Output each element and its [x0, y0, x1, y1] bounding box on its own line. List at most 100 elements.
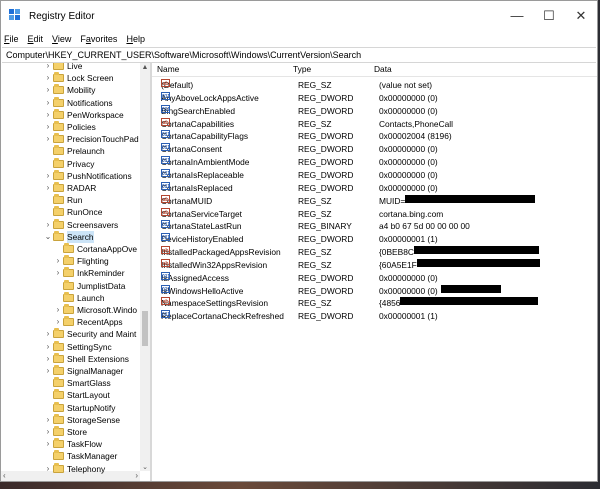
menu-view[interactable]: View [52, 34, 71, 44]
tree-item[interactable]: › Shell Extensions [43, 352, 129, 365]
menu-edit[interactable]: Edit [28, 34, 44, 44]
tree-item[interactable]: › Notifications [43, 96, 113, 109]
tree-item[interactable]: › SignalManager [43, 365, 123, 377]
value-row[interactable]: 011 ReplaceCortanaCheckRefreshed REG_DWORD… [152, 310, 597, 323]
chevron-right-icon[interactable]: › [43, 84, 53, 96]
tree-item[interactable]: › PenWorkspace [43, 108, 124, 121]
chevron-right-icon[interactable]: › [43, 72, 53, 84]
maximize-button[interactable]: ☐ [533, 1, 565, 31]
column-header-name[interactable]: Name [157, 63, 179, 76]
tree-item[interactable]: › Microsoft.Windo [53, 304, 137, 316]
close-button[interactable]: ✕ [565, 1, 597, 31]
chevron-right-icon[interactable]: › [53, 316, 63, 328]
value-row[interactable]: ab CortanaServiceTarget REG_SZ cortana.bing… [152, 207, 597, 221]
chevron-down-icon[interactable]: ⌄ [43, 231, 53, 243]
tree-item[interactable]: StartupNotify [43, 401, 115, 414]
value-row[interactable]: ab InstalledWin32AppsRevision REG_SZ {60A5E… [152, 258, 597, 272]
chevron-right-icon[interactable]: › [53, 304, 63, 316]
tree-item[interactable]: › Store [43, 426, 87, 438]
chevron-right-icon[interactable]: › [43, 438, 53, 450]
scroll-thumb[interactable] [142, 311, 148, 346]
value-row[interactable]: ab CortanaCapabilities REG_SZ Contacts,Phon… [152, 117, 597, 131]
tree-item[interactable]: › Live [43, 63, 82, 72]
tree-item[interactable]: › Security and Maint [43, 328, 136, 340]
tree-item[interactable]: › RADAR [43, 182, 96, 194]
column-header-data[interactable]: Data [374, 63, 392, 76]
value-data-cell: {0BEB8C [379, 246, 539, 259]
chevron-right-icon[interactable]: › [43, 182, 53, 194]
tree-item[interactable]: Launch [53, 291, 104, 304]
tree-item[interactable]: › Screensavers [43, 218, 118, 231]
tree-item[interactable]: › PushNotifications [43, 169, 132, 182]
menu-file[interactable]: File [4, 34, 19, 44]
chevron-right-icon[interactable]: › [43, 170, 53, 182]
minimize-button[interactable]: — [501, 1, 533, 31]
value-row[interactable]: 011 CortanaStateLastRun REG_BINARY a4 b0 67… [152, 220, 597, 233]
tree-item[interactable]: Privacy [43, 157, 94, 170]
tree-item[interactable]: › TaskFlow [43, 438, 102, 450]
value-row[interactable]: 011 IsAssignedAccess REG_DWORD 0x00000000 (… [152, 271, 597, 285]
address-bar[interactable]: Computer\HKEY_CURRENT_USER\Software\Micr… [2, 47, 596, 63]
chevron-right-icon[interactable]: › [43, 341, 53, 353]
scroll-down-icon[interactable]: ⌄ [140, 463, 150, 471]
scroll-right-icon[interactable]: › [135, 471, 138, 481]
value-row[interactable]: 011 IsWindowsHelloActive REG_DWORD 0x000000… [152, 284, 597, 298]
value-row[interactable]: 011 AnyAboveLockAppsActive REG_DWORD 0x0000… [152, 91, 597, 105]
tree-item[interactable]: › Policies [43, 121, 96, 133]
tree-item[interactable]: CortanaAppOve [53, 243, 137, 255]
tree-item[interactable]: TaskManager [43, 450, 117, 462]
menu-help[interactable]: Help [126, 34, 145, 44]
chevron-right-icon[interactable]: › [43, 463, 53, 475]
value-row[interactable]: 011 CortanaIsReplaceable REG_DWORD 0x000000… [152, 168, 597, 182]
tree-item-label: StartLayout [67, 390, 110, 401]
column-header-type[interactable]: Type [293, 63, 311, 76]
tree-item-label: Lock Screen [67, 73, 114, 84]
chevron-right-icon[interactable]: › [43, 219, 53, 231]
chevron-right-icon[interactable]: › [53, 267, 63, 279]
value-row[interactable]: 011 CortanaCapabilityFlags REG_DWORD 0x0000… [152, 130, 597, 143]
chevron-right-icon[interactable]: › [43, 121, 53, 133]
tree-item[interactable]: › PrecisionTouchPad [43, 133, 139, 145]
scroll-left-icon[interactable]: ‹ [3, 471, 6, 481]
tree-item[interactable]: › InkReminder [53, 267, 124, 279]
value-row[interactable]: 011 CortanaConsent REG_DWORD 0x00000000 (0) [152, 143, 597, 156]
menu-favorites[interactable]: Favorites [80, 34, 117, 44]
tree-item[interactable]: JumplistData [53, 279, 125, 292]
tree-item[interactable]: › Flighting [53, 255, 109, 267]
tree-item[interactable]: › Lock Screen [43, 72, 114, 84]
chevron-right-icon[interactable]: › [43, 328, 53, 340]
value-row[interactable]: ab CortanaMUID REG_SZ MUID= [152, 194, 597, 208]
chevron-right-icon[interactable]: › [43, 414, 53, 426]
chevron-right-icon[interactable]: › [43, 353, 53, 365]
tree-item[interactable]: › Mobility [43, 84, 95, 96]
tree-vertical-scrollbar[interactable]: ▲ ⌄ [140, 63, 150, 471]
chevron-right-icon[interactable]: › [53, 255, 63, 267]
values-pane[interactable]: Name Type Data ab (Default) REG_SZ (value n… [152, 63, 597, 481]
chevron-right-icon[interactable]: › [43, 97, 53, 109]
tree-item[interactable]: Run [43, 194, 82, 206]
tree-item[interactable]: › StorageSense [43, 413, 120, 426]
tree-item[interactable]: RunOnce [43, 206, 102, 218]
value-row[interactable]: ab NamespaceSettingsRevision REG_SZ {4856 [152, 297, 597, 310]
tree-item[interactable]: SmartGlass [43, 377, 111, 389]
chevron-right-icon[interactable]: › [43, 426, 53, 438]
value-name-cell: 011 ReplaceCortanaCheckRefreshed [161, 310, 284, 323]
key-tree[interactable]: ▲ ⌄ ‹ › › Live › Lock Screen › Mobility › Notif… [1, 63, 152, 481]
tree-item[interactable]: ⌄ Search [43, 230, 94, 243]
value-row[interactable]: 011 CortanaInAmbientMode REG_DWORD 0x000000… [152, 156, 597, 169]
chevron-right-icon[interactable]: › [43, 133, 53, 145]
chevron-right-icon[interactable]: › [43, 63, 53, 72]
tree-item[interactable]: › Telephony [43, 462, 105, 475]
tree-item[interactable]: › SettingSync [43, 340, 112, 353]
tree-item[interactable]: StartLayout [43, 389, 110, 401]
value-row[interactable]: 011 BingSearchEnabled REG_DWORD 0x00000000 … [152, 104, 597, 118]
scroll-up-icon[interactable]: ▲ [140, 64, 150, 71]
value-row[interactable]: ab (Default) REG_SZ (value not set) [152, 79, 597, 92]
value-row[interactable]: ab InstalledPackagedAppsRevision REG_SZ {0B… [152, 246, 597, 259]
chevron-right-icon[interactable]: › [43, 365, 53, 377]
value-row[interactable]: 011 DeviceHistoryEnabled REG_DWORD 0x000000… [152, 233, 597, 246]
tree-item[interactable]: › RecentApps [53, 316, 123, 328]
tree-item[interactable]: Prelaunch [43, 145, 105, 157]
chevron-right-icon[interactable]: › [43, 109, 53, 121]
value-row[interactable]: 011 CortanaIsReplaced REG_DWORD 0x00000000 … [152, 181, 597, 195]
